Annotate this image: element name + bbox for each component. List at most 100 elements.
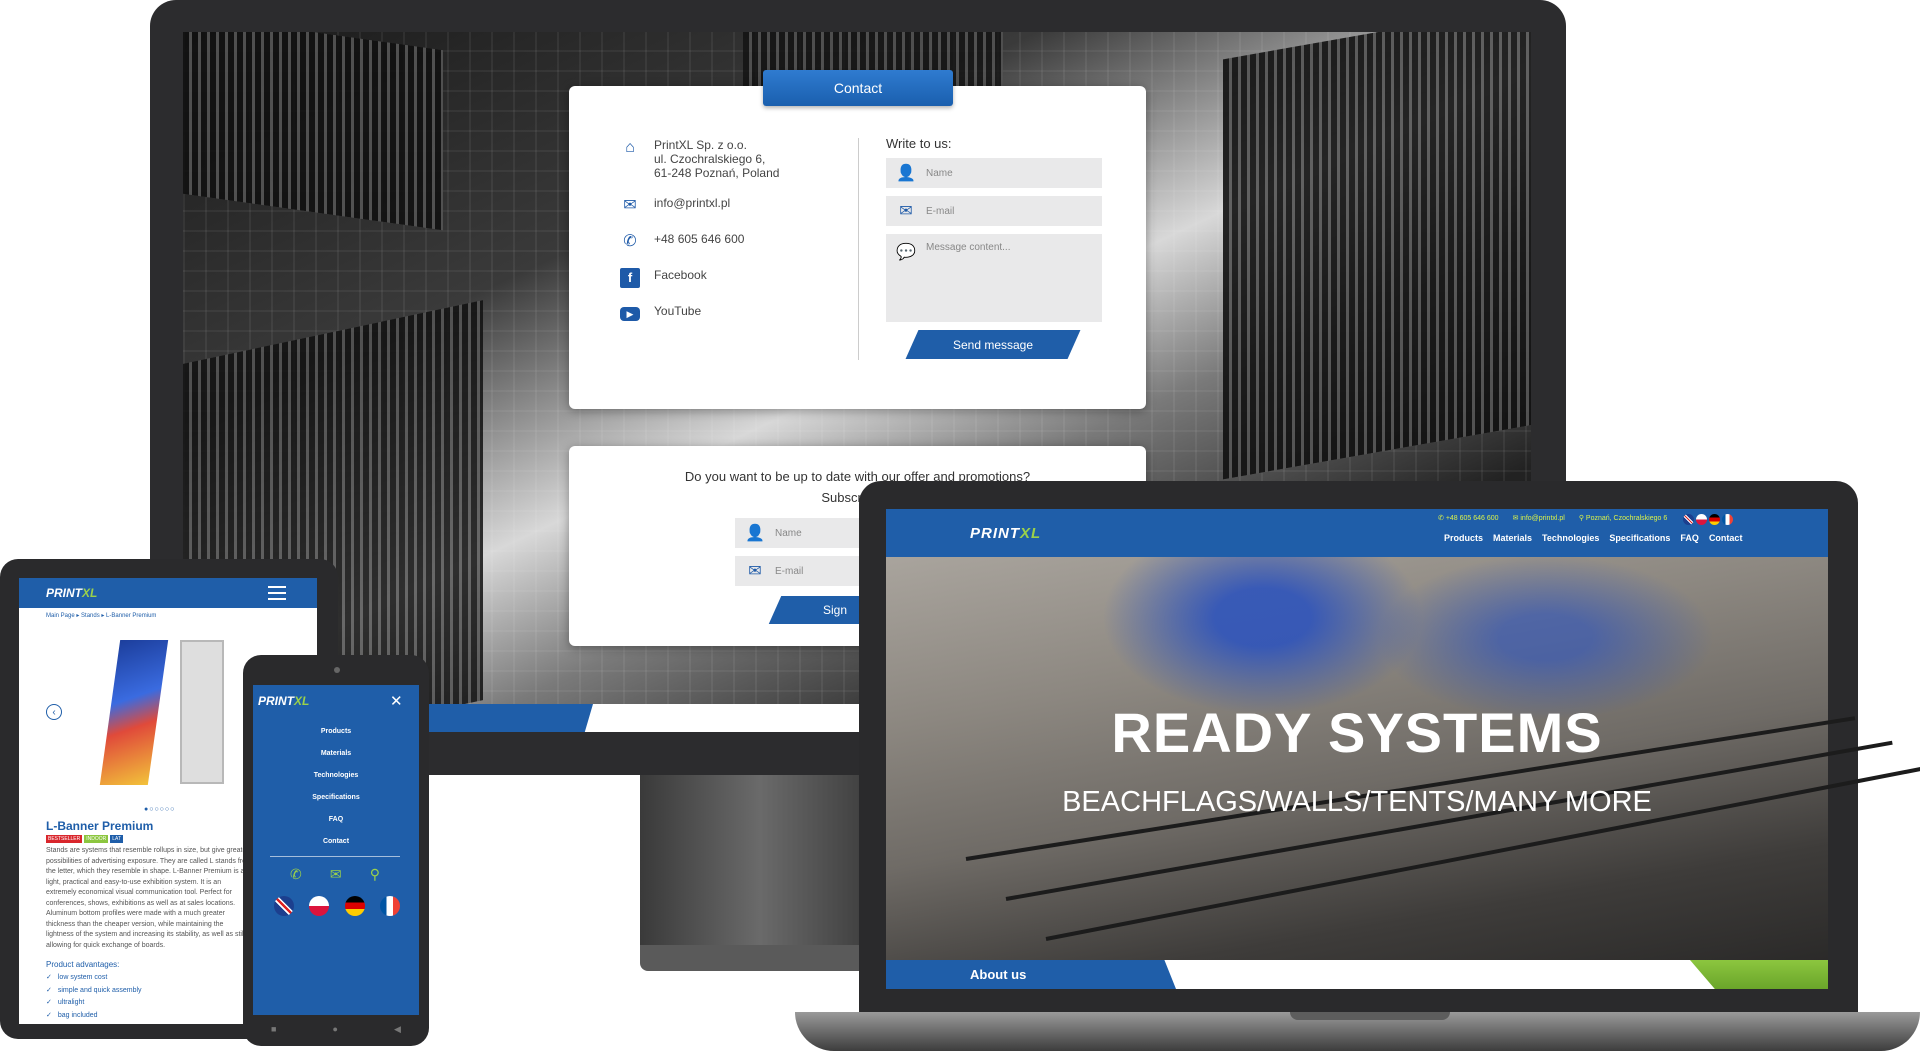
name-placeholder: Name [926,167,953,179]
flag-pl-icon[interactable] [309,896,330,916]
flag-uk-icon[interactable] [1683,514,1695,525]
location-pin-icon[interactable]: ⚲ [370,866,380,883]
name-input[interactable]: 👤 Name [886,158,1102,188]
flag-pl-icon[interactable] [1696,514,1708,525]
chat-icon: 💬 [896,244,916,261]
flag-de-icon[interactable] [1709,514,1721,525]
breadcrumb[interactable]: Main Page ▸ Stands ▸ L-Banner Premium [46,612,156,619]
send-message-label: Send message [952,337,1034,352]
newsletter-name-placeholder: Name [775,527,802,539]
email-link[interactable]: info@printxl.pl [654,196,730,210]
laptop-main-nav: Products Materials Technologies Specific… [1444,533,1742,543]
phone-menu-materials[interactable]: Materials [253,750,419,757]
flag-uk-icon[interactable] [274,896,294,916]
top-phone[interactable]: ✆ +48 605 646 600 [1438,514,1499,525]
street: ul. Czochralskiego 6, [654,152,766,166]
list-item: ✓ ultralight [46,997,148,1010]
message-placeholder: Message content... [926,242,1011,253]
advantages-title: Product advantages: [46,960,120,969]
nav-contact[interactable]: Contact [1709,533,1743,543]
phone-camera [334,667,340,673]
check-icon: ✓ [46,999,52,1006]
tablet-logo[interactable]: PRINTXL [46,586,97,600]
laptop-notch [1290,1012,1450,1020]
mail-icon: ✉ [899,203,913,220]
advantages-list: ✓ low system cost ✓ simple and quick assem… [46,972,148,1022]
recent-apps-icon[interactable]: ■ [271,1024,276,1034]
nav-specifications[interactable]: Specifications [1609,533,1670,543]
badge-indoor: INDOOR [84,835,109,843]
newsletter-email-placeholder: E-mail [775,565,804,577]
nav-materials[interactable]: Materials [1493,533,1532,543]
badge-bestseller: BESTSELLER [46,835,83,843]
laptop-top-info: ✆ +48 605 646 600 ✉ info@printxl.pl ⚲ Po… [1438,514,1734,525]
company-name: PrintXL Sp. z o.o. [654,138,747,152]
newsletter-email-input[interactable]: ✉ E-mail [735,556,865,586]
phone-menu-products[interactable]: Products [253,728,419,735]
user-icon: 👤 [896,165,916,182]
list-item: ✓ simple and quick assembly [46,985,148,998]
subscribe-label: Sign [822,603,848,617]
youtube-row[interactable]: ▶ YouTube [620,304,701,321]
top-email[interactable]: ✉ info@printxl.pl [1513,514,1565,525]
monitor-stand-foot [640,945,880,971]
send-message-button[interactable]: Send message [912,330,1074,359]
logo-part-print: PRINT [46,586,82,600]
close-icon[interactable]: ✕ [390,692,403,710]
printxl-logo[interactable]: PRINTXL [970,525,1041,542]
carousel-dots[interactable]: ●○○○○○ [144,806,175,813]
email-row[interactable]: ✉ info@printxl.pl [620,196,730,216]
advantage-text: ultralight [57,999,85,1006]
contact-divider [858,138,859,360]
hero-subtitle: BEACHFLAGS/WALLS/TENTS/MANY MORE [1062,786,1652,818]
phone-menu-contact[interactable]: Contact [253,838,419,845]
flag-fr-icon[interactable] [379,896,400,916]
check-icon: ✓ [46,974,52,981]
mail-icon[interactable]: ✉ [330,866,342,883]
logo-part-xl: XL [294,694,310,708]
contact-tab[interactable]: Contact [763,70,953,106]
write-to-us-title: Write to us: [886,136,952,151]
phone-menu-divider [270,856,400,857]
nav-products[interactable]: Products [1444,533,1483,543]
top-address-text: Poznań, Czochralskiego 6 [1585,515,1668,522]
product-image-stand [180,640,224,784]
nav-technologies[interactable]: Technologies [1542,533,1599,543]
top-email-text: info@printxl.pl [1520,515,1565,522]
list-item: ✓ bag included [46,1010,148,1023]
flag-fr-icon[interactable] [1722,514,1734,525]
advantage-text: low system cost [57,974,108,981]
monitor-stand-neck [640,775,880,960]
phone-logo[interactable]: PRINTXL [258,694,309,708]
logo-part-xl: XL [1020,525,1042,542]
mail-icon: ✉ [623,197,637,214]
top-address[interactable]: ⚲ Poznań, Czochralskiego 6 [1579,514,1667,525]
back-icon[interactable]: ◀ [394,1024,401,1035]
mail-icon: ✉ [748,563,762,580]
phone-link[interactable]: +48 605 646 600 [654,232,744,246]
phone-menu-specifications[interactable]: Specifications [253,794,419,801]
logo-part-print: PRINT [258,694,294,708]
advantage-text: bag included [57,1011,98,1019]
message-textarea[interactable]: 💬 Message content... [886,234,1102,322]
facebook-link[interactable]: Facebook [654,268,707,282]
facebook-row[interactable]: f Facebook [620,268,707,288]
flag-de-icon[interactable] [344,896,365,916]
phone-system-nav: ■ ● ◀ [243,1016,429,1042]
about-us-link[interactable]: About us [970,967,1026,982]
newsletter-name-input[interactable]: 👤 Name [735,518,865,548]
badge-lat: LAT [110,835,124,843]
home-icon: ⌂ [625,139,635,156]
chevron-left-icon[interactable]: ‹ [46,704,62,720]
email-input[interactable]: ✉ E-mail [886,196,1102,226]
phone-menu-faq[interactable]: FAQ [253,816,419,823]
youtube-link[interactable]: YouTube [654,304,701,318]
youtube-icon: ▶ [620,307,640,321]
nav-faq[interactable]: FAQ [1680,533,1699,543]
phone-row[interactable]: ✆ +48 605 646 600 [620,232,744,252]
home-button-icon[interactable]: ● [333,1024,338,1034]
city: 61-248 Poznań, Poland [654,166,780,180]
phone-menu-technologies[interactable]: Technologies [253,772,419,779]
phone-icon[interactable]: ✆ [290,866,302,883]
hamburger-menu-icon[interactable] [268,586,286,600]
